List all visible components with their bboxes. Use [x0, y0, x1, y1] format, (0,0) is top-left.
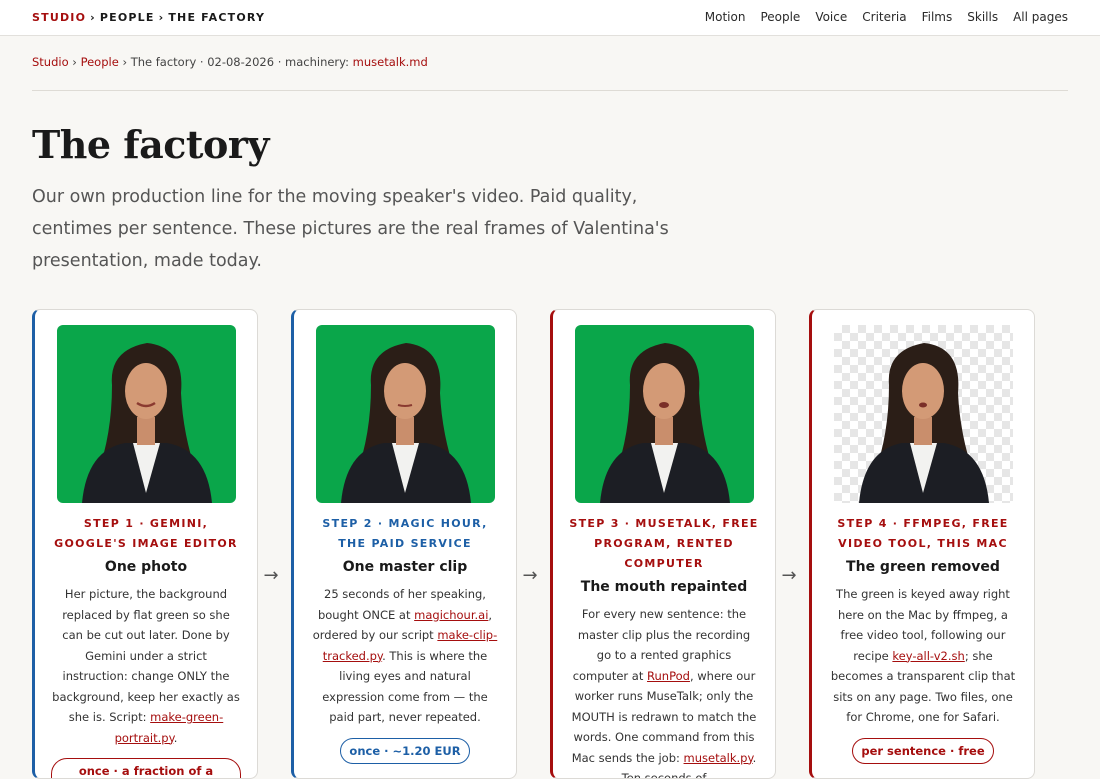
brand-current-page: THE FACTORY — [168, 11, 265, 24]
nav-people[interactable]: People — [760, 10, 800, 24]
portrait-green-photo — [57, 325, 236, 503]
brand-separator: › — [90, 11, 96, 24]
step-3-label: STEP 3 · MUSETALK, FREE PROGRAM, RENTED … — [569, 514, 759, 574]
nav-skills[interactable]: Skills — [967, 10, 998, 24]
desc-text: . — [174, 731, 178, 745]
step-2-description: 25 seconds of her speaking, bought ONCE … — [310, 584, 500, 728]
nav-criteria[interactable]: Criteria — [862, 10, 906, 24]
brand-people-link[interactable]: PEOPLE — [100, 11, 155, 24]
nav-films[interactable]: Films — [922, 10, 953, 24]
step-2-title: One master clip — [310, 559, 500, 575]
step-1-title: One photo — [51, 559, 241, 575]
brand-separator: › — [159, 11, 165, 24]
step-2-label: STEP 2 · MAGIC HOUR, THE PAID SERVICE — [310, 514, 500, 554]
key-all-script-link[interactable]: key-all-v2.sh — [892, 649, 964, 663]
page-title: The factory — [32, 122, 269, 167]
breadcrumb-current: The factory · 02-08-2026 · machinery: — [131, 55, 353, 69]
step-4-description: The green is keyed away right here on th… — [828, 584, 1018, 728]
transparent-cutout-frame — [834, 325, 1013, 503]
step-card-4: STEP 4 · FFMPEG, FREE VIDEO TOOL, THIS M… — [809, 309, 1035, 779]
divider — [32, 90, 1068, 91]
site-breadcrumb-brand: STUDIO›PEOPLE›THE FACTORY — [32, 11, 265, 24]
nav-voice[interactable]: Voice — [815, 10, 847, 24]
musetalk-script-link[interactable]: musetalk.py — [684, 751, 753, 765]
magichour-link[interactable]: magichour.ai — [414, 608, 488, 622]
arrow-right-icon: → — [778, 566, 800, 586]
breadcrumb-separator: › — [72, 55, 77, 69]
step-card-1: STEP 1 · GEMINI, GOOGLE'S IMAGE EDITOR O… — [32, 309, 258, 779]
page-lead: Our own production line for the moving s… — [32, 181, 672, 277]
step-4-label: STEP 4 · FFMPEG, FREE VIDEO TOOL, THIS M… — [828, 514, 1018, 554]
runpod-link[interactable]: RunPod — [647, 669, 690, 683]
arrow-right-icon: → — [519, 566, 541, 586]
step-3-title: The mouth repainted — [569, 579, 759, 595]
arrow-right-icon: → — [260, 566, 282, 586]
breadcrumb-people-link[interactable]: People — [81, 55, 119, 69]
breadcrumb-separator: › — [122, 55, 127, 69]
master-clip-frame — [316, 325, 495, 503]
mouth-repainted-frame — [575, 325, 754, 503]
step-card-3: STEP 3 · MUSETALK, FREE PROGRAM, RENTED … — [550, 309, 776, 779]
brand-studio-link[interactable]: STUDIO — [32, 11, 86, 24]
step-3-description: For every new sentence: the master clip … — [569, 604, 759, 779]
breadcrumb-studio-link[interactable]: Studio — [32, 55, 69, 69]
step-1-label: STEP 1 · GEMINI, GOOGLE'S IMAGE EDITOR — [51, 514, 241, 554]
desc-text: Her picture, the background replaced by … — [52, 587, 240, 724]
machinery-file-link[interactable]: musetalk.md — [353, 55, 428, 69]
top-nav: Motion People Voice Criteria Films Skill… — [705, 10, 1068, 24]
nav-all-pages[interactable]: All pages — [1013, 10, 1068, 24]
cost-badge: once · a fraction of a centime — [51, 758, 241, 779]
top-bar: STUDIO›PEOPLE›THE FACTORY Motion People … — [0, 0, 1100, 36]
step-card-2: STEP 2 · MAGIC HOUR, THE PAID SERVICE On… — [291, 309, 517, 779]
step-4-title: The green removed — [828, 559, 1018, 575]
breadcrumb: Studio › People › The factory · 02-08-20… — [32, 55, 428, 69]
nav-motion[interactable]: Motion — [705, 10, 746, 24]
step-1-description: Her picture, the background replaced by … — [51, 584, 241, 748]
